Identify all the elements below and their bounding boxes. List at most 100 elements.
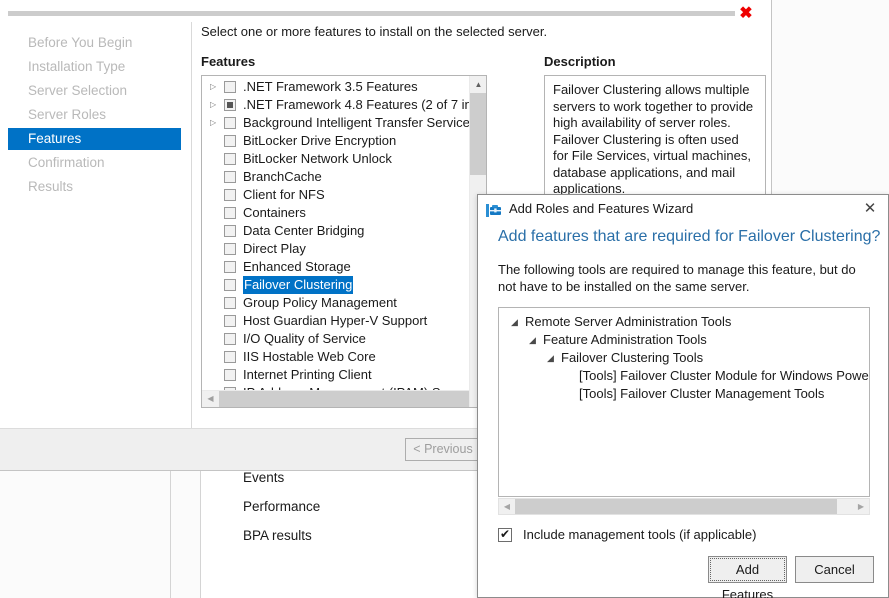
wizard-instruction-text: Select one or more features to install o… xyxy=(201,24,547,39)
previous-button[interactable]: < Previous xyxy=(405,438,481,461)
features-tree-list[interactable]: ▷.NET Framework 3.5 Features▷.NET Framew… xyxy=(201,75,487,408)
dialog-scroll-right-icon[interactable]: ▶ xyxy=(853,499,869,514)
feature-label: IIS Hostable Web Core xyxy=(243,348,376,366)
add-features-button[interactable]: Add Features xyxy=(708,556,787,583)
add-features-dialog: Add Roles and Features Wizard ✕ Add feat… xyxy=(477,194,889,598)
tree-label: Remote Server Administration Tools xyxy=(525,313,731,331)
feature-row[interactable]: BitLocker Drive Encryption xyxy=(202,132,470,150)
wizard-step-confirmation[interactable]: Confirmation xyxy=(8,152,181,174)
feature-label: Enhanced Storage xyxy=(243,258,351,276)
feature-label: Containers xyxy=(243,204,306,222)
chevron-right-icon[interactable]: ▷ xyxy=(210,118,220,128)
background-list-item[interactable]: Events xyxy=(243,470,284,485)
dialog-scroll-thumb[interactable] xyxy=(515,499,837,514)
wizard-step-nav: Before You BeginInstallation TypeServer … xyxy=(0,22,192,470)
feature-label: Failover Clustering xyxy=(243,276,353,294)
feature-label: BitLocker Network Unlock xyxy=(243,150,392,168)
feature-row[interactable]: Group Policy Management xyxy=(202,294,470,312)
feature-checkbox[interactable] xyxy=(224,369,236,381)
feature-checkbox[interactable] xyxy=(224,243,236,255)
chevron-down-icon[interactable]: ◢ xyxy=(511,318,520,327)
wizard-step-results[interactable]: Results xyxy=(8,176,181,198)
tree-label: [Tools] Failover Cluster Management Tool… xyxy=(579,385,824,403)
chevron-down-icon[interactable]: ◢ xyxy=(547,354,556,363)
dialog-title-text: Add Roles and Features Wizard xyxy=(509,201,693,216)
feature-label: Background Intelligent Transfer Service … xyxy=(243,114,487,132)
feature-checkbox[interactable] xyxy=(224,153,236,165)
background-list-item[interactable]: BPA results xyxy=(243,528,312,543)
dialog-subtext: The following tools are required to mana… xyxy=(498,261,864,295)
feature-checkbox[interactable] xyxy=(224,99,236,111)
features-horizontal-scrollbar[interactable]: ◀ xyxy=(202,390,471,407)
feature-checkbox[interactable] xyxy=(224,81,236,93)
include-management-tools-checkbox[interactable] xyxy=(498,528,512,542)
chevron-right-icon[interactable]: ▷ xyxy=(210,82,220,92)
horizontal-scroll-thumb[interactable] xyxy=(219,391,471,407)
feature-checkbox[interactable] xyxy=(224,225,236,237)
required-tools-tree[interactable]: ◢ Remote Server Administration Tools ◢ Feat… xyxy=(498,307,870,497)
feature-checkbox[interactable] xyxy=(224,171,236,183)
feature-label: Group Policy Management xyxy=(243,294,397,312)
feature-row[interactable]: Data Center Bridging xyxy=(202,222,470,240)
scroll-left-icon[interactable]: ◀ xyxy=(202,391,219,407)
feature-label: .NET Framework 3.5 Features xyxy=(243,78,418,96)
feature-row[interactable]: Failover Clustering xyxy=(202,276,470,294)
scroll-up-icon[interactable]: ▲ xyxy=(470,76,487,93)
feature-checkbox[interactable] xyxy=(224,297,236,309)
feature-row[interactable]: Client for NFS xyxy=(202,186,470,204)
feature-row[interactable]: Containers xyxy=(202,204,470,222)
feature-row[interactable]: Host Guardian Hyper-V Support xyxy=(202,312,470,330)
tree-row[interactable]: ◢ Remote Server Administration Tools xyxy=(499,313,869,331)
feature-row[interactable]: ▷Background Intelligent Transfer Service… xyxy=(202,114,470,132)
feature-label: Internet Printing Client xyxy=(243,366,372,384)
wizard-step-server-selection[interactable]: Server Selection xyxy=(8,80,181,102)
feature-row[interactable]: Direct Play xyxy=(202,240,470,258)
feature-checkbox[interactable] xyxy=(224,207,236,219)
dialog-title-bar: Add Roles and Features Wizard ✕ xyxy=(478,195,888,225)
close-marker-icon[interactable]: ✖ xyxy=(737,5,755,23)
feature-row[interactable]: I/O Quality of Service xyxy=(202,330,470,348)
feature-description-text: Failover Clustering allows multiple serv… xyxy=(553,82,757,198)
background-list-item[interactable]: Performance xyxy=(243,499,320,514)
feature-row[interactable]: BranchCache xyxy=(202,168,470,186)
wizard-step-features[interactable]: Features xyxy=(8,128,181,150)
chevron-right-icon[interactable]: ▷ xyxy=(210,100,220,110)
feature-row[interactable]: Enhanced Storage xyxy=(202,258,470,276)
feature-checkbox[interactable] xyxy=(224,279,236,291)
feature-label: BitLocker Drive Encryption xyxy=(243,132,396,150)
dialog-close-icon[interactable]: ✕ xyxy=(858,199,882,219)
dialog-scroll-left-icon[interactable]: ◀ xyxy=(499,499,515,514)
feature-checkbox[interactable] xyxy=(224,315,236,327)
feature-row[interactable]: ▷.NET Framework 4.8 Features (2 of 7 ins… xyxy=(202,96,470,114)
dialog-horizontal-scrollbar[interactable]: ◀ ▶ xyxy=(498,498,870,515)
feature-row[interactable]: BitLocker Network Unlock xyxy=(202,150,470,168)
wizard-step-server-roles[interactable]: Server Roles xyxy=(8,104,181,126)
screen-root: Events Performance BPA results ✖ Before Yo… xyxy=(0,0,889,598)
cancel-button[interactable]: Cancel xyxy=(795,556,874,583)
feature-checkbox[interactable] xyxy=(224,333,236,345)
feature-checkbox[interactable] xyxy=(224,117,236,129)
feature-checkbox[interactable] xyxy=(224,189,236,201)
feature-label: Direct Play xyxy=(243,240,306,258)
features-column-header: Features xyxy=(201,54,255,69)
feature-label: Data Center Bridging xyxy=(243,222,364,240)
feature-row[interactable]: Internet Printing Client xyxy=(202,366,470,384)
feature-row[interactable]: IIS Hostable Web Core xyxy=(202,348,470,366)
tree-label: Feature Administration Tools xyxy=(543,331,707,349)
tree-label: Failover Clustering Tools xyxy=(561,349,703,367)
wizard-step-installation-type[interactable]: Installation Type xyxy=(8,56,181,78)
wizard-step-before-you-begin[interactable]: Before You Begin xyxy=(8,32,181,54)
tree-row[interactable]: ◢ Feature Administration Tools xyxy=(499,331,869,349)
tree-row[interactable]: [Tools] Failover Cluster Management Tool… xyxy=(499,385,869,403)
tree-row[interactable]: ◢ Failover Clustering Tools xyxy=(499,349,869,367)
feature-label: Client for NFS xyxy=(243,186,325,204)
tree-row[interactable]: [Tools] Failover Cluster Module for Wind… xyxy=(499,367,869,385)
background-divider-left xyxy=(170,470,171,598)
feature-row[interactable]: ▷ .NET Framework 3.5 Features xyxy=(202,78,470,96)
vertical-scroll-thumb[interactable] xyxy=(470,93,487,175)
feature-checkbox[interactable] xyxy=(224,135,236,147)
feature-checkbox[interactable] xyxy=(224,261,236,273)
feature-checkbox[interactable] xyxy=(224,351,236,363)
feature-label: .NET Framework 4.8 Features (2 of 7 inst… xyxy=(243,96,487,114)
chevron-down-icon[interactable]: ◢ xyxy=(529,336,538,345)
